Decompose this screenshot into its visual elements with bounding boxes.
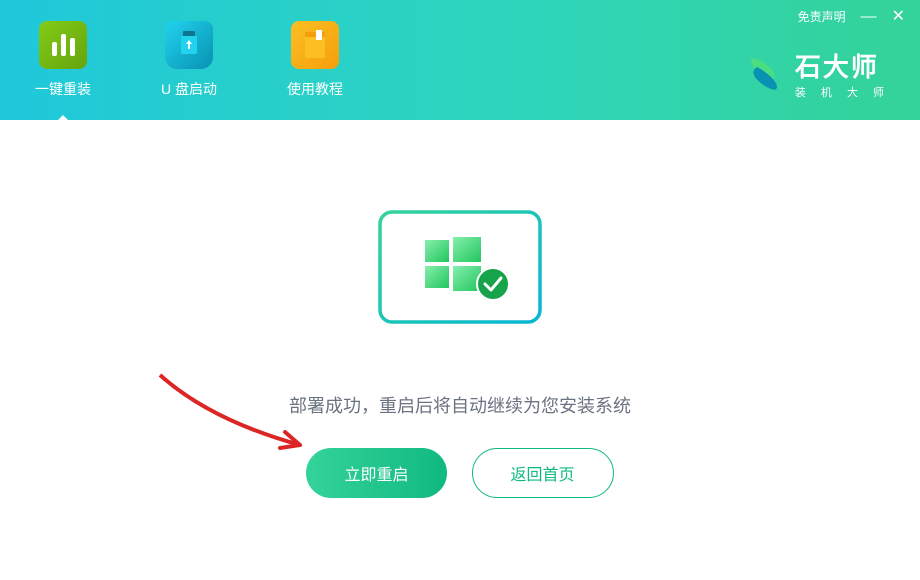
monitor-success-icon <box>365 202 555 362</box>
tab-usb-boot[interactable]: U 盘启动 <box>146 11 232 109</box>
restart-now-button[interactable]: 立即重启 <box>306 448 446 498</box>
brand: 石大师 装 机 大 师 <box>743 47 890 100</box>
tab-tutorial[interactable]: 使用教程 <box>272 11 358 109</box>
close-button[interactable]: ✕ <box>892 9 905 25</box>
status-message: 部署成功，重启后将自动继续为您安装系统 <box>289 392 631 418</box>
usb-icon <box>165 21 213 69</box>
brand-logo-icon <box>743 53 785 95</box>
tab-label: 使用教程 <box>287 79 343 99</box>
nav-tabs: 一键重装 U 盘启动 使用教程 <box>20 11 358 109</box>
window-controls: 免责声明 — ✕ <box>798 8 905 25</box>
app-header: 一键重装 U 盘启动 使用教程 <box>0 0 920 120</box>
minimize-button[interactable]: — <box>861 9 877 25</box>
disclaimer-link[interactable]: 免责声明 <box>798 8 846 25</box>
book-icon <box>291 21 339 69</box>
main-content: 部署成功，重启后将自动继续为您安装系统 立即重启 返回首页 <box>0 120 920 580</box>
annotation-arrow-icon <box>150 370 330 470</box>
button-group: 立即重启 返回首页 <box>306 448 613 498</box>
bars-icon <box>39 21 87 69</box>
tab-reinstall[interactable]: 一键重装 <box>20 11 106 109</box>
brand-title: 石大师 <box>795 47 890 84</box>
return-home-button[interactable]: 返回首页 <box>472 448 614 498</box>
tab-label: 一键重装 <box>35 79 91 99</box>
tab-label: U 盘启动 <box>161 79 217 99</box>
brand-subtitle: 装 机 大 师 <box>795 84 890 100</box>
